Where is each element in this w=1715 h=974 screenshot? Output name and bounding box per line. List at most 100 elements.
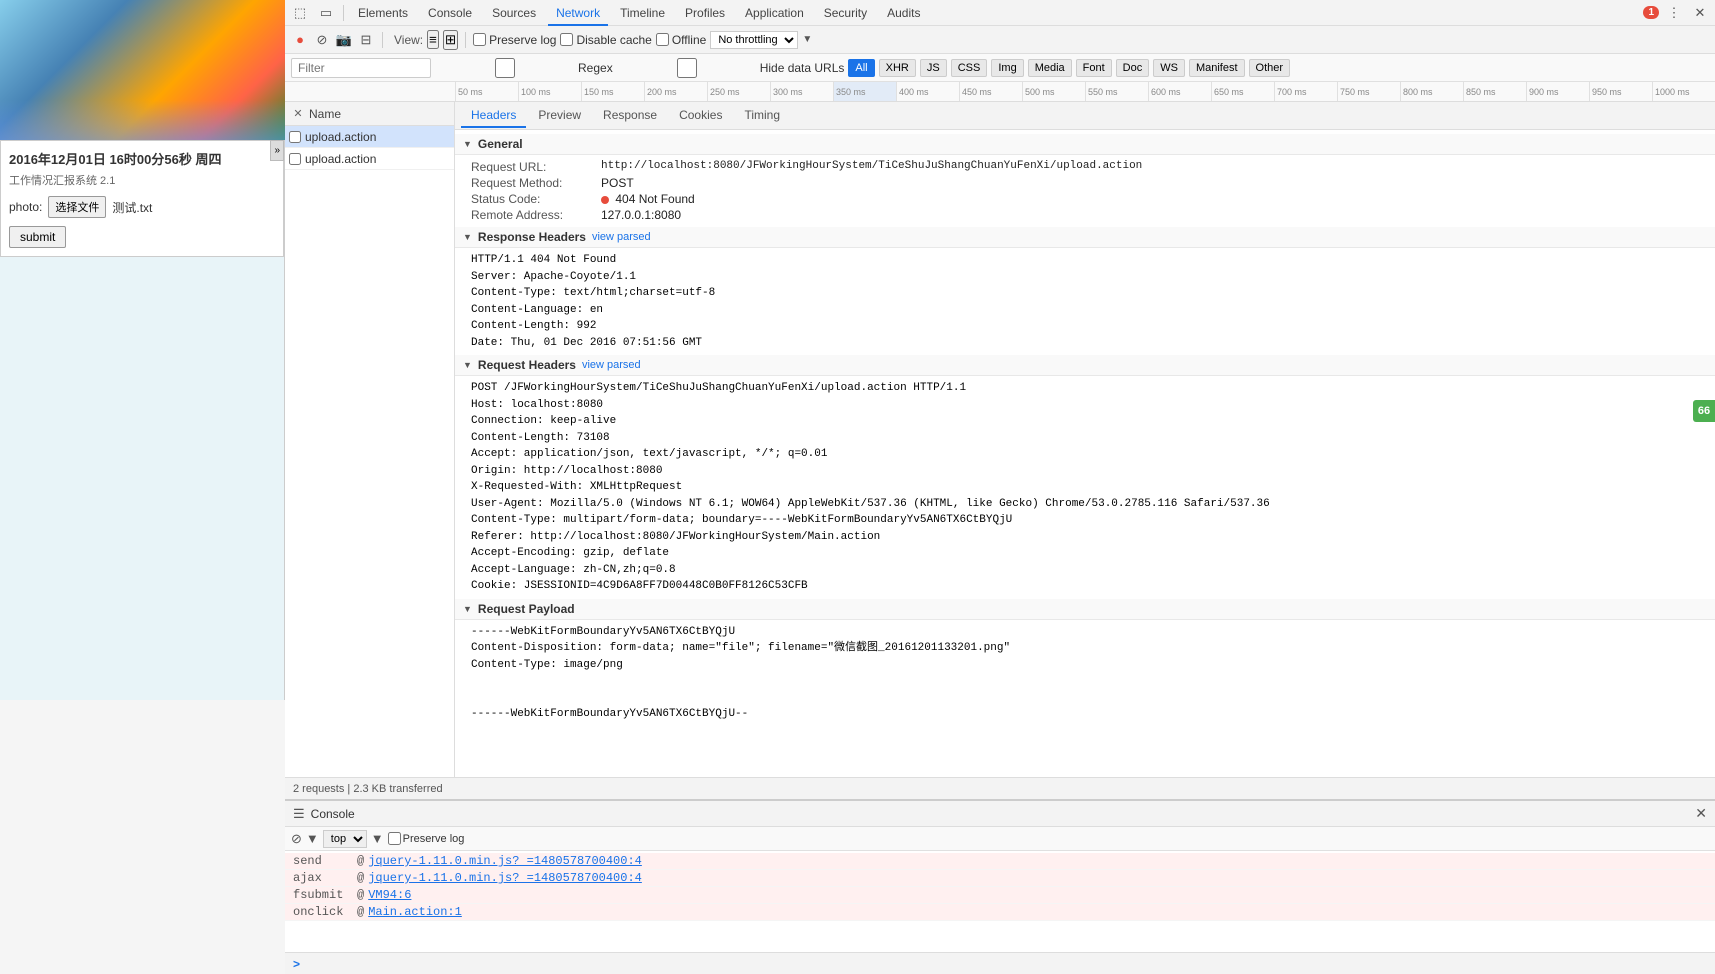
console-down-icon[interactable]: ▼	[371, 831, 384, 846]
regex-checkbox[interactable]	[435, 58, 575, 78]
console-menu-icon[interactable]: ☰	[293, 806, 305, 822]
filter-other-btn[interactable]: Other	[1249, 59, 1291, 77]
filter-manifest-btn[interactable]: Manifest	[1189, 59, 1245, 77]
hide-data-checkbox[interactable]	[617, 58, 757, 78]
tab-elements[interactable]: Elements	[350, 0, 416, 26]
regex-label[interactable]: Regex	[435, 58, 613, 78]
request-item-1[interactable]: upload.action	[285, 126, 454, 148]
console-row-send: send @ jquery-1.11.0.min.js? =1480578700…	[285, 853, 1715, 870]
request-item-2[interactable]: upload.action	[285, 148, 454, 170]
disable-cache-label[interactable]: Disable cache	[560, 33, 651, 47]
console-row-fsubmit: fsubmit @ VM94:6	[285, 887, 1715, 904]
request-name-2: upload.action	[305, 152, 376, 166]
tab-sources[interactable]: Sources	[484, 0, 544, 26]
timeline-ruler: 50 ms 100 ms 150 ms 200 ms 250 ms 300 ms…	[285, 82, 1715, 102]
console-close-icon[interactable]: ✕	[1695, 805, 1707, 822]
disable-cache-checkbox[interactable]	[560, 33, 573, 46]
filter-doc-btn[interactable]: Doc	[1116, 59, 1150, 77]
close-col[interactable]: ✕	[291, 107, 305, 120]
response-headers-section-header[interactable]: ▼ Response Headers view parsed	[455, 227, 1715, 248]
view-grid-icon[interactable]: ⊞	[443, 30, 458, 50]
request-checkbox-2[interactable]	[289, 153, 301, 165]
general-section-header[interactable]: ▼ General	[455, 134, 1715, 155]
filter-font-btn[interactable]: Font	[1076, 59, 1112, 77]
left-panel: 2016年12月01日 16时00分56秒 周四 工作情况汇报系统 2.1 ph…	[0, 0, 285, 700]
request-checkbox-1[interactable]	[289, 131, 301, 143]
tab-application[interactable]: Application	[737, 0, 812, 26]
console-content: send @ jquery-1.11.0.min.js? =1480578700…	[285, 851, 1715, 952]
detail-tab-cookies[interactable]: Cookies	[669, 104, 732, 128]
tab-network[interactable]: Network	[548, 0, 608, 26]
preserve-log-label[interactable]: Preserve log	[473, 33, 556, 47]
filter-ws-btn[interactable]: WS	[1153, 59, 1185, 77]
detail-tab-headers[interactable]: Headers	[461, 104, 526, 128]
console-tab-label[interactable]: Console	[311, 807, 355, 821]
response-headers-view-parsed[interactable]: view parsed	[592, 231, 651, 243]
filter-img-btn[interactable]: Img	[991, 59, 1023, 77]
console-filter-icon[interactable]: ▼	[306, 831, 319, 846]
filter-all-btn[interactable]: All	[848, 59, 874, 77]
offline-checkbox[interactable]	[656, 33, 669, 46]
close-devtools-icon[interactable]: ✕	[1689, 2, 1711, 24]
preserve-log-checkbox[interactable]	[473, 33, 486, 46]
filter-icon[interactable]: ⊟	[357, 31, 375, 49]
payload-line-5	[471, 690, 1699, 707]
payload-line-3: Content-Type: image/png	[471, 657, 1699, 674]
devtools-device-icon[interactable]: ▭	[315, 2, 337, 24]
mark-400: 400 ms	[896, 82, 959, 102]
console-block-icon[interactable]: ⊘	[291, 831, 302, 847]
camera-icon[interactable]: 📷	[335, 31, 353, 49]
record-icon[interactable]: ●	[291, 31, 309, 49]
filter-js-btn[interactable]: JS	[920, 59, 947, 77]
devtools-inspect-icon[interactable]: ⬚	[289, 2, 311, 24]
status-val: 404 Not Found	[601, 192, 695, 206]
req-h-line-10: Referer: http://localhost:8080/JFWorking…	[471, 529, 1699, 546]
detail-tab-preview[interactable]: Preview	[528, 104, 591, 128]
request-headers-section-header[interactable]: ▼ Request Headers view parsed	[455, 355, 1715, 376]
more-options-icon[interactable]: ⋮	[1663, 2, 1685, 24]
stop-icon[interactable]: ⊘	[313, 31, 331, 49]
console-link-2[interactable]: jquery-1.11.0.min.js? =1480578700400:4	[368, 871, 642, 885]
request-url-key: Request URL:	[471, 160, 601, 174]
console-at-2: @	[357, 871, 364, 885]
console-link-4[interactable]: Main.action:1	[368, 905, 462, 919]
filter-bar: Regex Hide data URLs All XHR JS CSS Img …	[285, 54, 1715, 82]
preserve-log-console-checkbox[interactable]	[388, 832, 401, 845]
request-headers-title: Request Headers	[478, 358, 576, 372]
mark-450: 450 ms	[959, 82, 1022, 102]
console-label-ajax: ajax	[293, 871, 353, 885]
right-green-badge[interactable]: 66	[1693, 400, 1715, 422]
payload-line-4	[471, 673, 1699, 690]
console-link-1[interactable]: jquery-1.11.0.min.js? =1480578700400:4	[368, 854, 642, 868]
filter-xhr-btn[interactable]: XHR	[879, 59, 916, 77]
remote-row: Remote Address: 127.0.0.1:8080	[471, 207, 1699, 223]
tab-audits[interactable]: Audits	[879, 0, 928, 26]
offline-label[interactable]: Offline	[656, 33, 706, 47]
payload-section-header[interactable]: ▼ Request Payload	[455, 599, 1715, 620]
general-triangle: ▼	[463, 139, 472, 149]
console-top-select[interactable]: top	[323, 830, 367, 848]
throttle-select[interactable]: No throttling	[710, 31, 798, 49]
tab-timeline[interactable]: Timeline	[612, 0, 673, 26]
request-headers-view-parsed[interactable]: view parsed	[582, 359, 641, 371]
hide-data-label[interactable]: Hide data URLs	[617, 58, 845, 78]
tab-console[interactable]: Console	[420, 0, 480, 26]
detail-tab-response[interactable]: Response	[593, 104, 667, 128]
view-list-icon[interactable]: ≡	[427, 30, 439, 49]
preserve-log-console-label[interactable]: Preserve log	[388, 832, 465, 845]
tab-profiles[interactable]: Profiles	[677, 0, 733, 26]
choose-file-button[interactable]: 选择文件	[48, 196, 106, 218]
throttle-arrow[interactable]: ▼	[802, 34, 812, 45]
req-h-line-4: Content-Length: 73108	[471, 430, 1699, 447]
console-link-3[interactable]: VM94:6	[368, 888, 411, 902]
ruler-marks: 50 ms 100 ms 150 ms 200 ms 250 ms 300 ms…	[455, 82, 1715, 102]
filter-input[interactable]	[291, 58, 431, 78]
network-toolbar: ● ⊘ 📷 ⊟ View: ≡ ⊞ Preserve log Disable c…	[285, 26, 1715, 54]
filter-media-btn[interactable]: Media	[1028, 59, 1072, 77]
tab-security[interactable]: Security	[816, 0, 875, 26]
submit-button[interactable]: submit	[9, 226, 66, 248]
expand-button[interactable]: »	[270, 140, 284, 161]
req-h-line-1: POST /JFWorkingHourSystem/TiCeShuJuShang…	[471, 380, 1699, 397]
detail-tab-timing[interactable]: Timing	[734, 104, 790, 128]
filter-css-btn[interactable]: CSS	[951, 59, 988, 77]
